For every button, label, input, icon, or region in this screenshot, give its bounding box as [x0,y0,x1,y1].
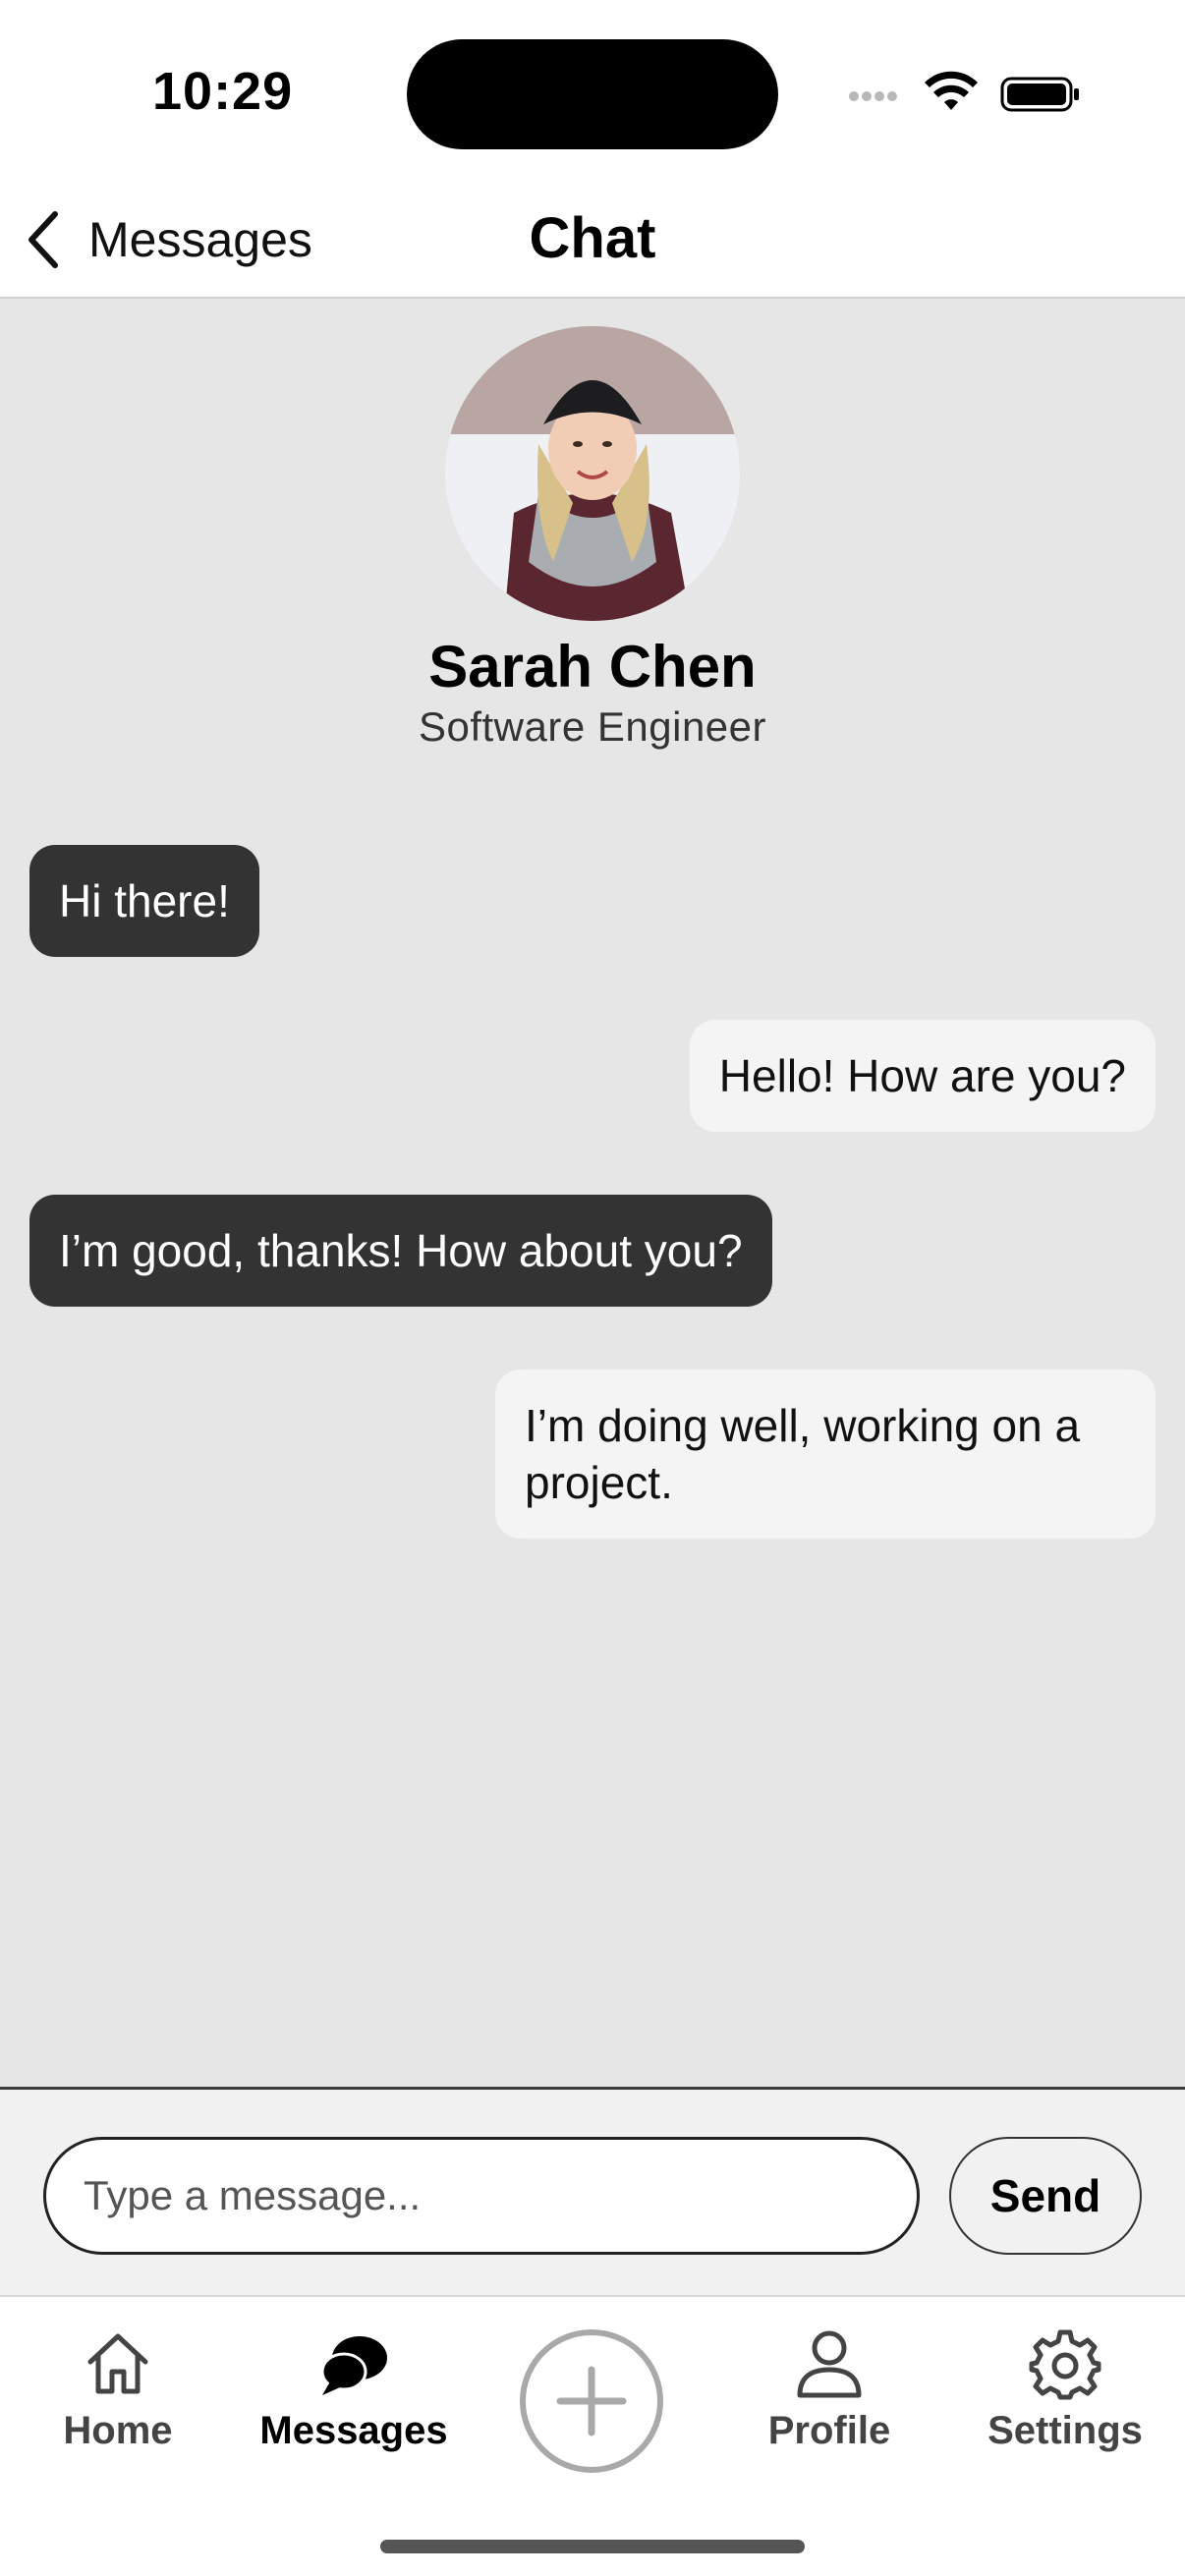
tab-messages[interactable]: Messages [246,2326,462,2453]
tab-settings[interactable]: Settings [957,2326,1173,2453]
navigation-bar: Messages Chat [0,187,1185,299]
dynamic-island [407,39,778,149]
plus-circle-icon[interactable] [519,2328,664,2474]
status-time: 10:29 [152,62,294,121]
message-composer: Send [0,2087,1185,2297]
status-bar: 10:29 [0,0,1185,187]
message-outgoing: I’m doing well, working on a project. [495,1370,1156,1539]
tab-bar: Home Messages Profile Settings [0,2297,1185,2576]
chat-area[interactable]: Sarah Chen Software Engineer Hi there! H… [0,299,1185,2089]
page-title: Chat [529,206,656,270]
send-button[interactable]: Send [949,2137,1142,2255]
message-incoming: Hi there! [29,845,259,957]
contact-name: Sarah Chen [428,634,757,700]
tab-label: Profile [767,2409,891,2452]
message-input[interactable] [43,2137,920,2255]
contact-avatar[interactable] [445,326,740,621]
tab-profile[interactable]: Profile [721,2326,937,2453]
house-icon [87,2333,148,2394]
signal-icon [849,88,908,112]
tab-home[interactable]: Home [10,2326,226,2453]
home-indicator [380,2540,805,2553]
wifi-icon [925,71,978,110]
avatar-photo [445,326,740,621]
gear-icon [1029,2329,1101,2400]
tab-label: Messages [259,2409,448,2452]
person-icon [797,2330,862,2398]
message-outgoing: Hello! How are you? [689,1020,1156,1132]
tab-label: Home [63,2409,173,2452]
battery-icon [1000,77,1079,112]
contact-role: Software Engineer [418,703,767,750]
chat-bubbles-icon [320,2336,387,2395]
tab-label: Settings [988,2409,1143,2452]
message-incoming: I’m good, thanks! How about you? [29,1195,772,1307]
